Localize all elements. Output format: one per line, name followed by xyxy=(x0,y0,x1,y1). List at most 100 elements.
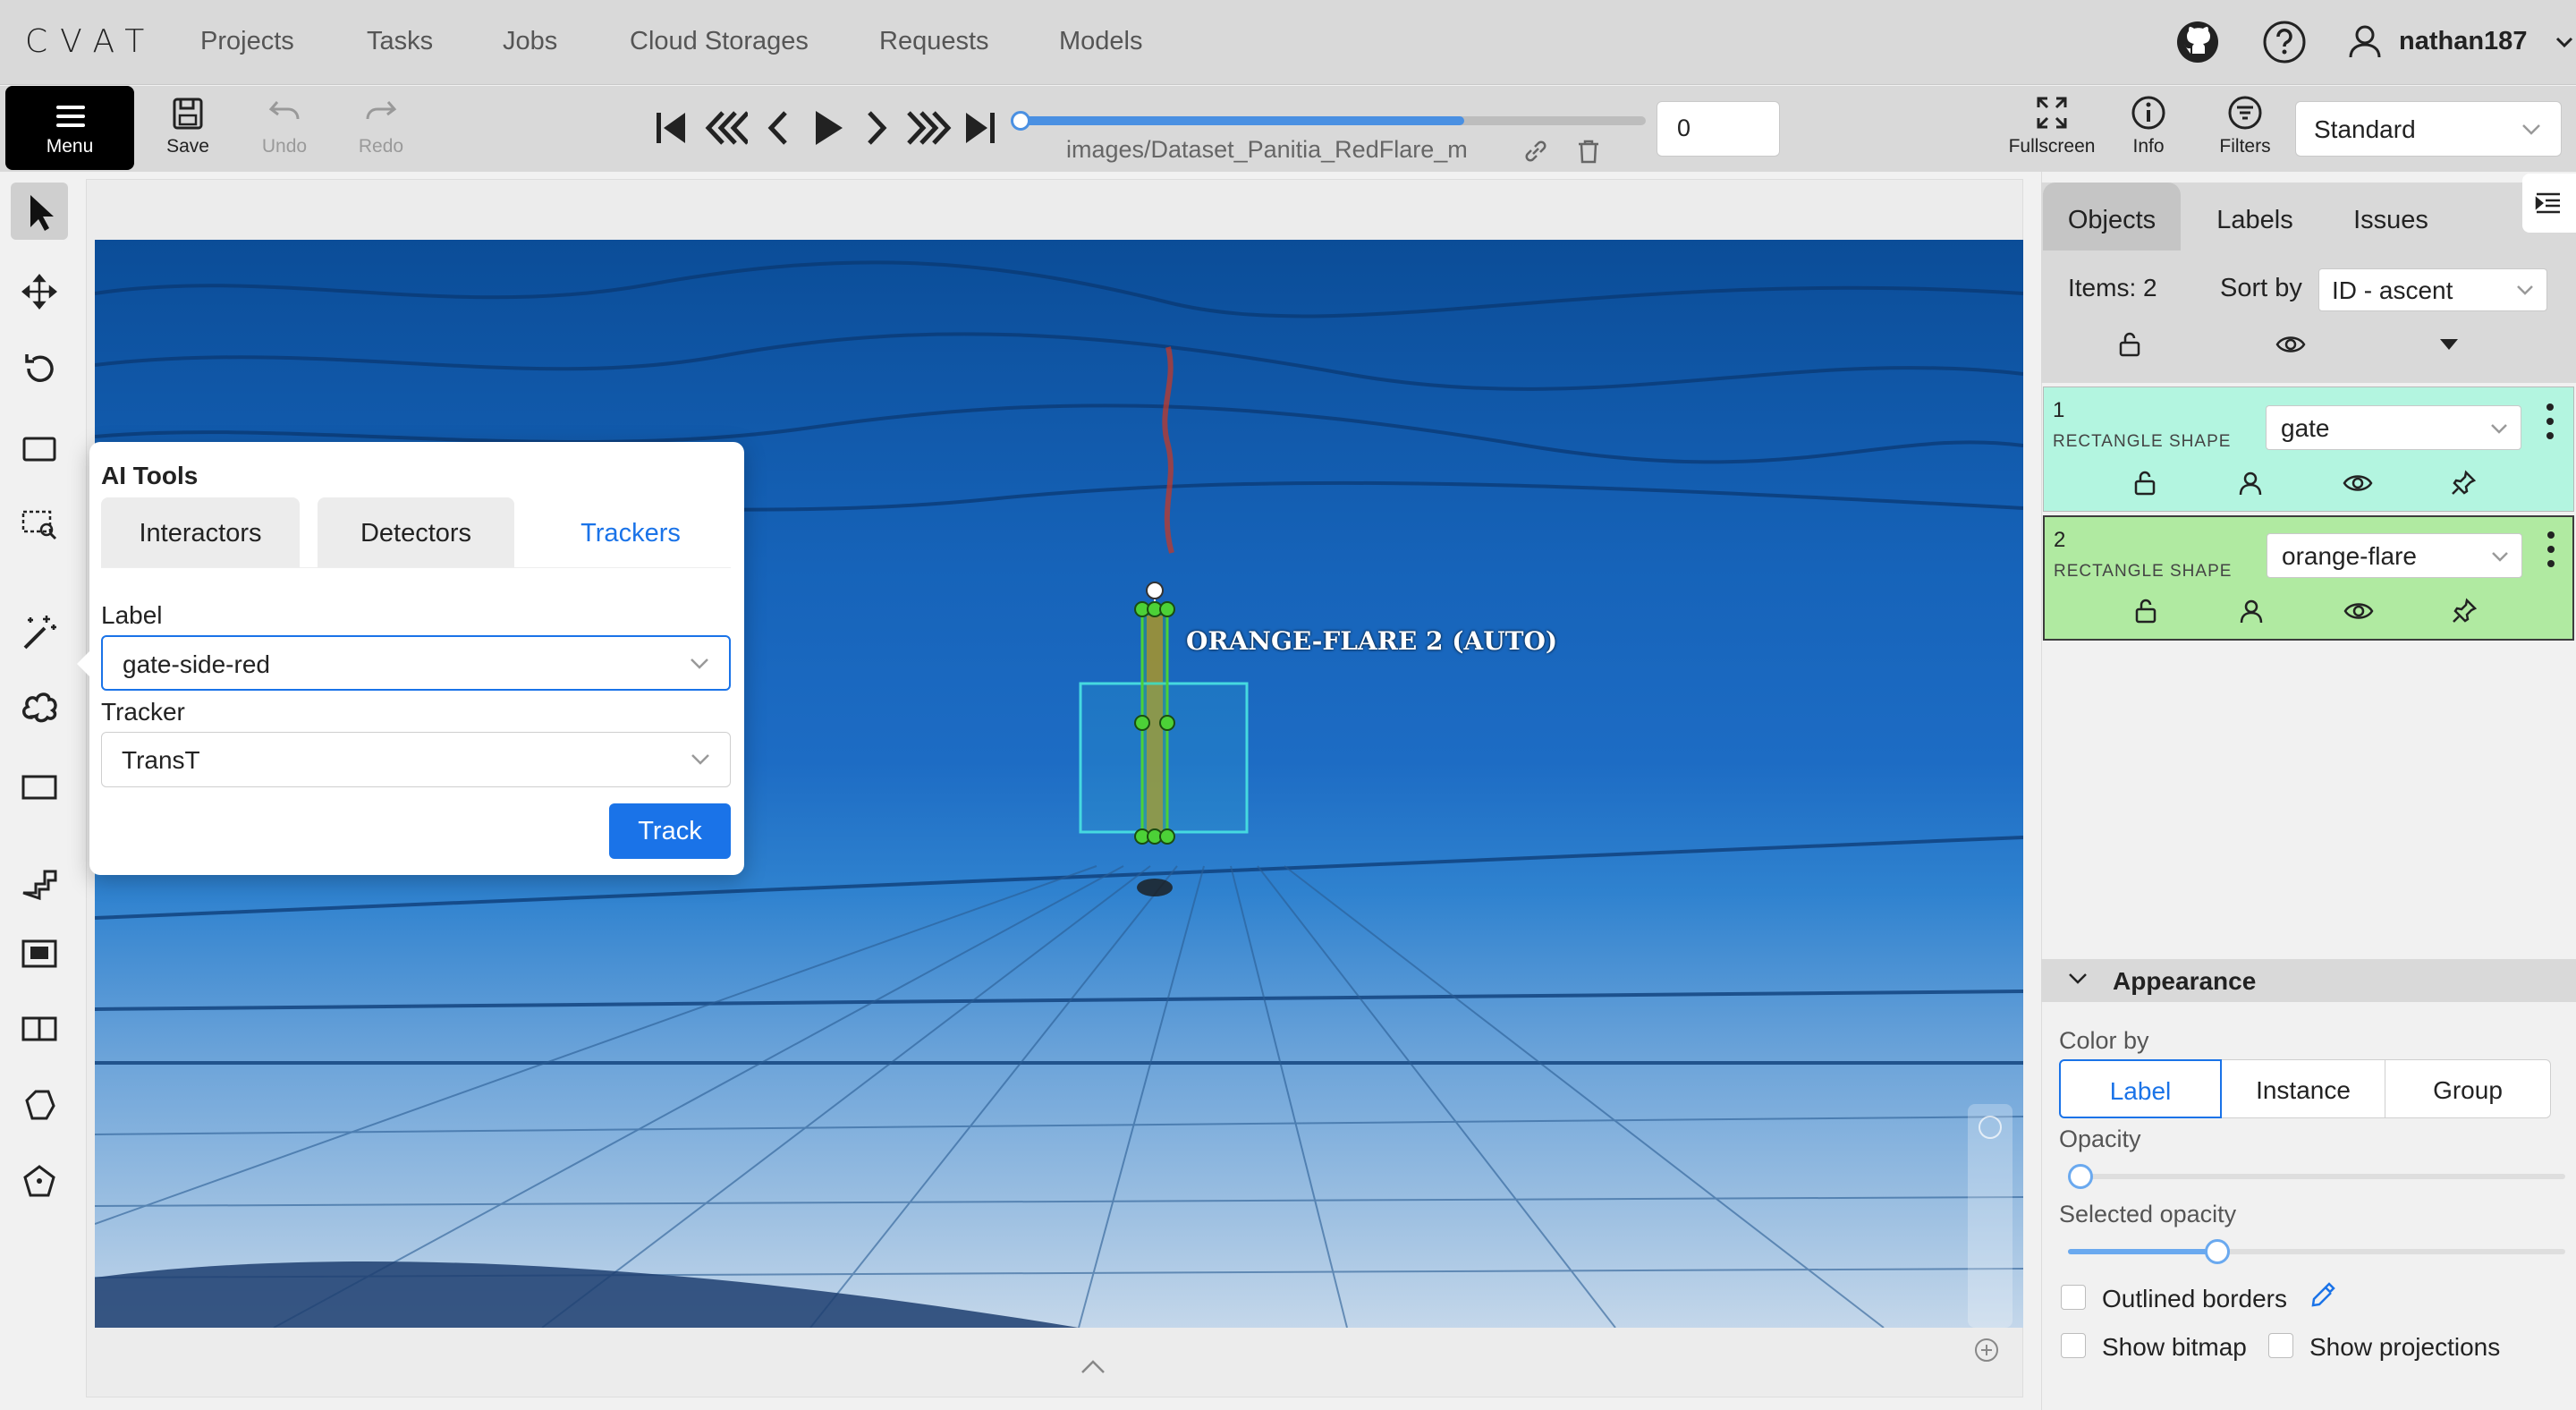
workspace-select[interactable]: Standard xyxy=(2295,101,2562,157)
show-all-icon[interactable] xyxy=(2275,331,2306,362)
polygon-tool-icon[interactable] xyxy=(18,861,61,904)
object-label-select[interactable]: orange-flare xyxy=(2267,533,2522,578)
nav-link-requests[interactable]: Requests xyxy=(879,27,989,56)
tracker-select[interactable]: TransT xyxy=(101,732,731,787)
track-button[interactable]: Track xyxy=(609,803,731,859)
unlock-all-icon[interactable] xyxy=(2116,331,2143,362)
object-card-2[interactable]: 2 RECTANGLE SHAPE orange-flare xyxy=(2043,515,2574,641)
first-frame-icon[interactable] xyxy=(653,106,689,155)
fit-image-icon[interactable] xyxy=(18,428,61,471)
frame-slider-handle[interactable] xyxy=(1011,111,1030,131)
pin-icon[interactable] xyxy=(2451,598,2478,629)
magic-wand-icon[interactable] xyxy=(18,610,61,653)
link-icon[interactable] xyxy=(1522,138,1549,169)
visibility-eye-icon[interactable] xyxy=(2343,598,2374,629)
lock-icon[interactable] xyxy=(2132,598,2159,629)
pin-icon[interactable] xyxy=(2450,470,2477,501)
nav-link-cloud-storages[interactable]: Cloud Storages xyxy=(630,27,809,56)
frame-number-input[interactable]: 0 xyxy=(1657,101,1780,157)
github-icon[interactable] xyxy=(2175,20,2220,64)
mask-tool-icon[interactable] xyxy=(18,932,61,975)
info-label: Info xyxy=(2132,136,2165,157)
filters-button[interactable]: Filters xyxy=(2213,95,2277,157)
username[interactable]: nathan187 xyxy=(2399,27,2527,56)
tab-trackers[interactable]: Trackers xyxy=(532,497,729,567)
visibility-eye-icon[interactable] xyxy=(2343,470,2373,501)
move-tool-icon[interactable] xyxy=(18,270,61,313)
last-frame-icon[interactable] xyxy=(962,106,998,155)
object-card-1[interactable]: 1 RECTANGLE SHAPE gate xyxy=(2043,386,2574,512)
redo-button[interactable]: Redo xyxy=(352,97,410,157)
opacity-slider-handle[interactable] xyxy=(2068,1164,2093,1189)
tab-interactors[interactable]: Interactors xyxy=(101,497,300,567)
tab-labels[interactable]: Labels xyxy=(2197,183,2313,251)
fullscreen-button[interactable]: Fullscreen xyxy=(2004,95,2100,157)
object-label-select[interactable]: gate xyxy=(2266,405,2521,450)
color-by-label-option[interactable]: Label xyxy=(2059,1059,2222,1118)
cvat-logo[interactable]: CVAT xyxy=(25,23,157,61)
object-caption: ORANGE-FLARE 2 (AUTO) xyxy=(1186,626,1558,656)
tab-detectors[interactable]: Detectors xyxy=(318,497,514,567)
previous-frame-icon[interactable] xyxy=(764,106,791,155)
help-icon[interactable] xyxy=(2262,20,2307,64)
selected-opacity-slider-handle[interactable] xyxy=(2204,1239,2230,1264)
object-label-value: gate xyxy=(2281,414,2330,442)
tab-divider xyxy=(101,567,731,568)
occluded-user-icon[interactable] xyxy=(2237,470,2264,501)
info-button[interactable]: Info xyxy=(2120,95,2177,157)
frame-slider[interactable] xyxy=(1020,116,1646,125)
delete-frame-icon[interactable] xyxy=(1576,138,1601,169)
chevron-up-icon[interactable] xyxy=(1079,1356,1107,1380)
nav-link-models[interactable]: Models xyxy=(1059,27,1143,56)
skeleton-tool-icon[interactable] xyxy=(18,1159,61,1202)
opacity-label: Opacity xyxy=(2059,1125,2141,1152)
lock-icon[interactable] xyxy=(2131,470,2158,501)
nav-link-tasks[interactable]: Tasks xyxy=(367,27,433,56)
label-value: gate-side-red xyxy=(123,650,270,678)
more-options-icon[interactable] xyxy=(2546,530,2556,573)
undo-button[interactable]: Undo xyxy=(256,97,313,157)
color-by-instance-option[interactable]: Instance xyxy=(2221,1059,2385,1118)
show-bitmap-checkbox[interactable] xyxy=(2061,1333,2086,1358)
collapse-sidebar-button[interactable] xyxy=(2522,174,2576,233)
zoom-region-icon[interactable] xyxy=(18,503,61,546)
color-picker-icon[interactable] xyxy=(2309,1281,2336,1314)
object-type: RECTANGLE SHAPE xyxy=(2053,432,2232,451)
label-select[interactable]: gate-side-red xyxy=(101,635,731,691)
nav-link-projects[interactable]: Projects xyxy=(200,27,294,56)
controls-sidebar xyxy=(0,172,79,1410)
items-count: Items: 2 xyxy=(2068,274,2157,302)
show-projections-checkbox[interactable] xyxy=(2268,1333,2293,1358)
opacity-slider[interactable] xyxy=(2068,1174,2565,1179)
sort-select[interactable]: ID - ascent xyxy=(2318,268,2547,311)
outlined-borders-checkbox[interactable] xyxy=(2061,1285,2086,1310)
object-id: 2 xyxy=(2054,528,2066,552)
selected-opacity-slider[interactable] xyxy=(2068,1249,2565,1254)
rotate-tool-icon[interactable] xyxy=(18,347,61,390)
rectangle-tool-icon[interactable] xyxy=(18,766,61,809)
save-button[interactable]: Save xyxy=(161,97,215,157)
step-back-icon[interactable] xyxy=(703,106,750,155)
tab-objects[interactable]: Objects xyxy=(2043,183,2181,251)
openvino-icon[interactable] xyxy=(18,684,61,726)
user-icon[interactable] xyxy=(2345,20,2385,64)
occluded-user-icon[interactable] xyxy=(2238,598,2265,629)
menu-button[interactable]: Menu xyxy=(5,86,134,170)
play-icon[interactable] xyxy=(810,106,846,155)
step-forward-icon[interactable] xyxy=(907,106,952,155)
add-zoom-icon[interactable] xyxy=(1973,1337,2000,1368)
next-frame-icon[interactable] xyxy=(864,106,891,155)
redo-label: Redo xyxy=(358,136,404,157)
tab-issues[interactable]: Issues xyxy=(2336,183,2445,251)
caret-down-icon[interactable] xyxy=(2438,336,2460,357)
selected-opacity-label: Selected opacity xyxy=(2059,1201,2237,1227)
split-tool-icon[interactable] xyxy=(18,1007,61,1050)
color-by-group-option[interactable]: Group xyxy=(2385,1059,2551,1118)
cursor-tool-icon[interactable] xyxy=(11,183,68,240)
more-options-icon[interactable] xyxy=(2545,402,2555,446)
workspace-value: Standard xyxy=(2314,115,2416,143)
nav-link-jobs[interactable]: Jobs xyxy=(503,27,557,56)
cuboid-tool-icon[interactable] xyxy=(18,1084,61,1127)
chevron-down-icon[interactable] xyxy=(2555,32,2574,56)
chevron-down-icon[interactable] xyxy=(2068,972,2088,990)
